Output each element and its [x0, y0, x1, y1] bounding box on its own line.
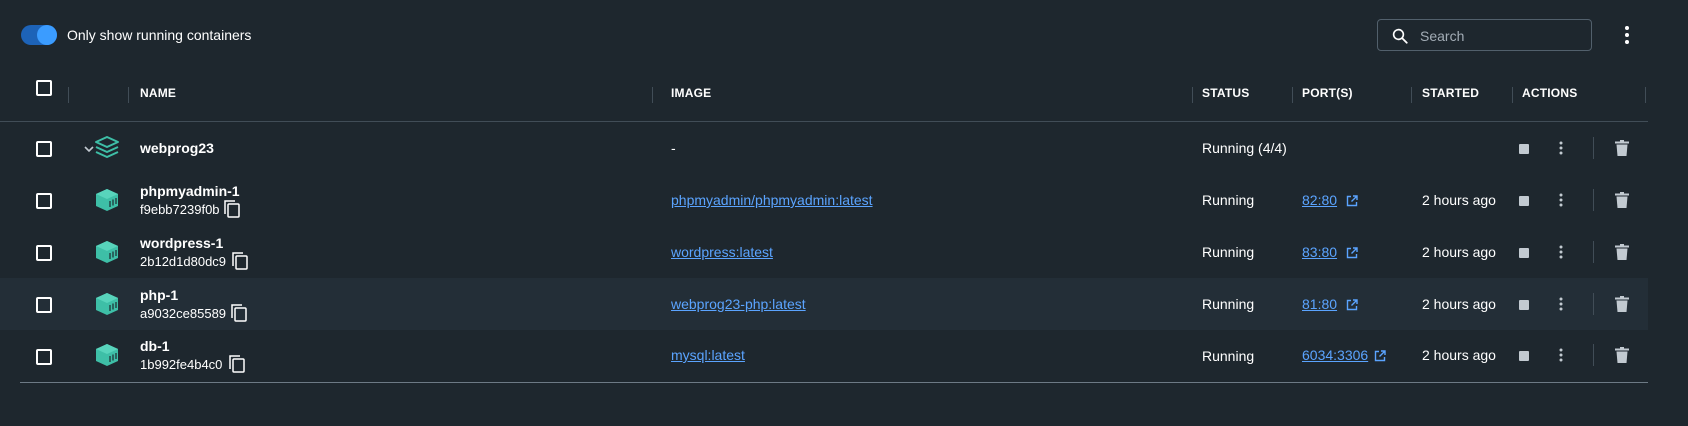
action-divider — [1593, 344, 1594, 366]
container-row[interactable]: db-1 1b992fe4b4c0 mysql:latest Running 6… — [0, 330, 1648, 382]
container-id: a9032ce85589 — [140, 306, 227, 321]
container-icon — [96, 293, 118, 315]
row-checkbox[interactable] — [36, 349, 52, 365]
more-vertical-icon[interactable] — [1558, 297, 1564, 311]
port-link[interactable]: 81:80 — [1302, 296, 1337, 312]
action-divider — [1593, 137, 1594, 159]
more-vertical-icon[interactable] — [1558, 193, 1564, 207]
row-checkbox[interactable] — [36, 193, 52, 209]
container-status: Running — [1202, 348, 1255, 364]
column-divider — [128, 87, 129, 103]
container-row[interactable]: phpmyadmin-1 f9ebb7239f0b phpmyadmin/php… — [0, 174, 1648, 226]
external-link-icon[interactable] — [1374, 350, 1386, 362]
image-link[interactable]: wordpress:latest — [671, 244, 773, 260]
table-bottom-border — [20, 382, 1648, 383]
toolbar: Only show running containers — [0, 0, 1688, 70]
trash-icon[interactable] — [1615, 140, 1629, 156]
column-divider — [68, 87, 69, 103]
trash-icon[interactable] — [1615, 244, 1629, 260]
container-id: 2b12d1d80dc9 — [140, 254, 227, 269]
container-name[interactable]: wordpress-1 — [140, 235, 223, 251]
copy-icon[interactable] — [228, 355, 246, 373]
stop-icon[interactable] — [1519, 196, 1529, 206]
stack-icon — [95, 136, 119, 158]
column-divider — [652, 87, 653, 103]
copy-icon[interactable] — [223, 200, 241, 218]
column-header-name[interactable]: NAME — [140, 86, 176, 100]
running-only-toggle[interactable] — [21, 25, 57, 45]
row-checkbox[interactable] — [36, 245, 52, 261]
external-link-icon[interactable] — [1346, 195, 1358, 207]
toggle-knob — [37, 25, 57, 45]
copy-icon[interactable] — [230, 304, 248, 322]
container-status: Running — [1202, 244, 1255, 260]
container-icon — [96, 189, 118, 211]
row-checkbox[interactable] — [36, 297, 52, 313]
stop-icon[interactable] — [1519, 351, 1529, 361]
stack-image: - — [671, 140, 676, 156]
started-time: 2 hours ago — [1422, 244, 1496, 260]
column-divider — [1292, 87, 1293, 103]
started-time: 2 hours ago — [1422, 192, 1496, 208]
action-divider — [1593, 189, 1594, 211]
search-icon — [1392, 28, 1408, 44]
column-header-started[interactable]: STARTED — [1422, 86, 1479, 100]
stop-icon[interactable] — [1519, 248, 1529, 258]
container-name[interactable]: php-1 — [140, 287, 178, 303]
column-divider — [1512, 87, 1513, 103]
action-divider — [1593, 293, 1594, 315]
table-header: NAME IMAGE STATUS PORT(S) STARTED ACTION… — [0, 70, 1648, 122]
action-divider — [1593, 241, 1594, 263]
column-header-status[interactable]: STATUS — [1202, 86, 1249, 100]
started-time: 2 hours ago — [1422, 296, 1496, 312]
port-link[interactable]: 83:80 — [1302, 244, 1337, 260]
stack-name[interactable]: webprog23 — [140, 140, 214, 156]
more-vertical-icon[interactable] — [1558, 141, 1564, 155]
column-divider — [1645, 87, 1646, 103]
image-link[interactable]: webprog23-php:latest — [671, 296, 806, 312]
more-options-icon[interactable] — [1619, 24, 1635, 46]
container-status: Running — [1202, 296, 1255, 312]
column-header-actions: ACTIONS — [1522, 86, 1578, 100]
column-header-ports[interactable]: PORT(S) — [1302, 86, 1353, 100]
port-link[interactable]: 6034:3306 — [1302, 347, 1368, 363]
container-icon — [96, 344, 118, 366]
column-header-image[interactable]: IMAGE — [671, 86, 711, 100]
search-box[interactable] — [1377, 19, 1592, 51]
more-vertical-icon[interactable] — [1558, 348, 1564, 362]
port-link[interactable]: 82:80 — [1302, 192, 1337, 208]
copy-icon[interactable] — [231, 252, 249, 270]
trash-icon[interactable] — [1615, 296, 1629, 312]
container-status: Running — [1202, 192, 1255, 208]
started-time: 2 hours ago — [1422, 347, 1496, 363]
row-checkbox[interactable] — [36, 141, 52, 157]
trash-icon[interactable] — [1615, 347, 1629, 363]
container-id: f9ebb7239f0b — [140, 202, 220, 217]
search-input[interactable] — [1420, 25, 1580, 47]
column-divider — [1411, 87, 1412, 103]
stop-icon[interactable] — [1519, 300, 1529, 310]
external-link-icon[interactable] — [1346, 299, 1358, 311]
stack-status: Running (4/4) — [1202, 140, 1287, 156]
stop-icon[interactable] — [1519, 144, 1529, 154]
container-name[interactable]: phpmyadmin-1 — [140, 183, 240, 199]
image-link[interactable]: phpmyadmin/phpmyadmin:latest — [671, 192, 873, 208]
external-link-icon[interactable] — [1346, 247, 1358, 259]
trash-icon[interactable] — [1615, 192, 1629, 208]
container-id: 1b992fe4b4c0 — [140, 357, 223, 372]
select-all-checkbox[interactable] — [36, 80, 52, 96]
running-only-label: Only show running containers — [67, 27, 252, 43]
more-vertical-icon[interactable] — [1558, 245, 1564, 259]
image-link[interactable]: mysql:latest — [671, 347, 745, 363]
container-row[interactable]: php-1 a9032ce85589 webprog23-php:latest … — [0, 278, 1648, 330]
stack-row[interactable]: webprog23 - Running (4/4) — [0, 122, 1648, 174]
container-name[interactable]: db-1 — [140, 338, 170, 354]
container-icon — [96, 241, 118, 263]
container-row[interactable]: wordpress-1 2b12d1d80dc9 wordpress:lates… — [0, 226, 1648, 278]
column-divider — [1192, 87, 1193, 103]
